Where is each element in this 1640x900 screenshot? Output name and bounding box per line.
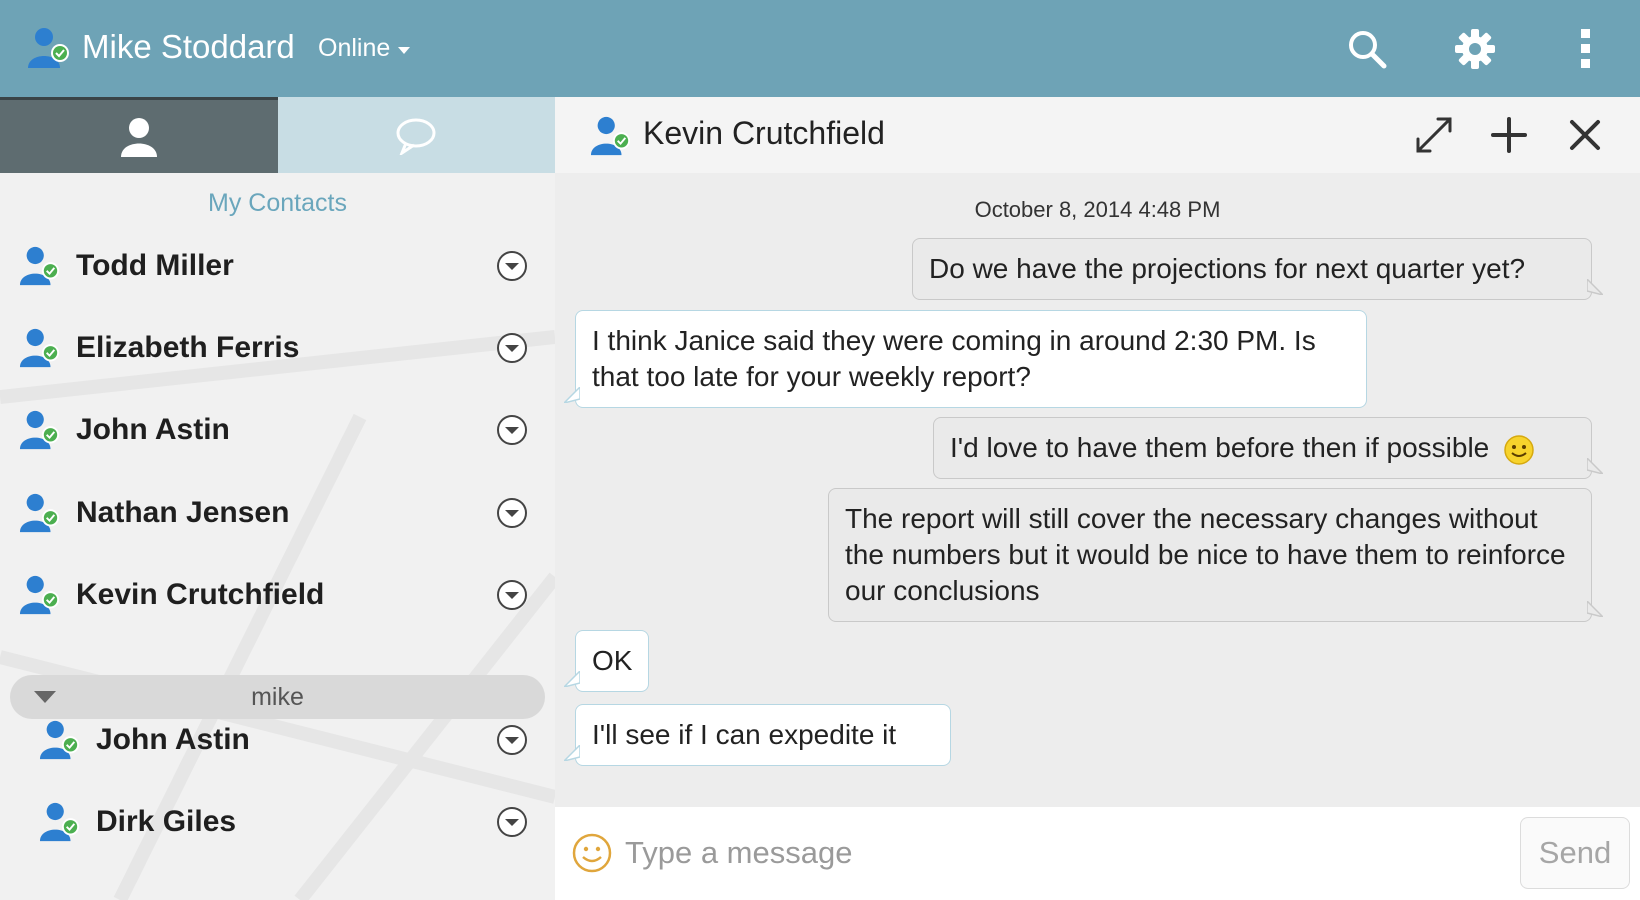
- chat-header: Kevin Crutchfield: [555, 97, 1640, 173]
- bubble-tail: [564, 671, 580, 687]
- person-icon: [120, 117, 157, 157]
- contact-item[interactable]: Kevin Crutchfield: [0, 552, 555, 638]
- message-bubble-outgoing: I'd love to have them before then if pos…: [933, 417, 1603, 479]
- tab-contacts[interactable]: [0, 97, 278, 173]
- message-bubble-outgoing: The report will still cover the necessar…: [828, 488, 1603, 622]
- smiley-emoji-icon: [1504, 434, 1534, 465]
- contact-name: Dirk Giles: [96, 805, 237, 838]
- contact-name: Kevin Crutchfield: [76, 578, 325, 611]
- chat-panel: Kevin Crutchfield October 8, 2014 4:48 P…: [555, 97, 1640, 900]
- caret-down-icon: [398, 46, 411, 54]
- contact-item[interactable]: John Astin: [0, 387, 555, 473]
- user-online-icon: [26, 26, 72, 70]
- message-text: I think Janice said they were coming in …: [592, 325, 1316, 392]
- message-text: I'll see if I can expedite it: [592, 719, 897, 750]
- more-vertical-icon[interactable]: [1563, 26, 1609, 72]
- bubble-tail: [564, 387, 580, 403]
- message-text: Do we have the projections for next quar…: [929, 253, 1526, 284]
- message-text: I'd love to have them before then if pos…: [950, 432, 1490, 463]
- chevron-down-circle-icon[interactable]: [495, 805, 529, 839]
- chat-contact-name: Kevin Crutchfield: [643, 115, 885, 151]
- message-bubble-incoming: OK: [564, 630, 649, 692]
- contact-item[interactable]: Nathan Jensen: [0, 470, 555, 556]
- chevron-down-circle-icon[interactable]: [495, 578, 529, 612]
- user-online-icon: [38, 801, 82, 843]
- section-title-my-contacts: My Contacts: [208, 189, 347, 217]
- user-online-icon: [18, 492, 62, 534]
- message-bubble-outgoing: Do we have the projections for next quar…: [912, 238, 1603, 300]
- search-icon[interactable]: [1344, 26, 1390, 72]
- contact-name: Nathan Jensen: [76, 496, 290, 529]
- close-icon[interactable]: [1563, 113, 1607, 157]
- bubble-tail: [1587, 279, 1603, 295]
- message-text: The report will still cover the necessar…: [845, 503, 1566, 606]
- chevron-down-circle-icon[interactable]: [495, 496, 529, 530]
- chevron-down-circle-icon[interactable]: [495, 723, 529, 757]
- add-icon[interactable]: [1487, 113, 1531, 157]
- user-online-icon: [18, 245, 62, 287]
- user-online-icon: [38, 719, 82, 761]
- expand-icon[interactable]: [1412, 113, 1456, 157]
- contact-name: John Astin: [76, 413, 230, 446]
- tab-chats[interactable]: [277, 97, 555, 173]
- contact-item[interactable]: Elizabeth Ferris: [0, 305, 555, 391]
- chevron-down-circle-icon[interactable]: [495, 249, 529, 283]
- bubble-tail: [564, 745, 580, 761]
- chat-bubble-icon: [396, 118, 436, 155]
- contact-name: Elizabeth Ferris: [76, 331, 300, 364]
- gear-icon[interactable]: [1452, 26, 1498, 72]
- message-composer: Send: [555, 807, 1640, 900]
- top-bar: Mike Stoddard Online: [0, 0, 1640, 97]
- sidebar-tabs: [0, 97, 555, 173]
- contact-item[interactable]: Todd Miller: [0, 223, 555, 309]
- message-bubble-incoming: I'll see if I can expedite it: [564, 704, 951, 766]
- contact-item[interactable]: Dirk Giles: [0, 779, 555, 865]
- message-input[interactable]: [625, 827, 1455, 879]
- current-user-name: Mike Stoddard: [82, 28, 295, 65]
- bubble-tail: [1587, 458, 1603, 474]
- contact-item[interactable]: John Astin: [0, 697, 555, 783]
- user-online-icon: [18, 409, 62, 451]
- contact-name: Todd Miller: [76, 249, 234, 282]
- conversation-timestamp: October 8, 2014 4:48 PM: [974, 197, 1221, 222]
- bubble-tail: [1587, 601, 1603, 617]
- presence-dropdown[interactable]: Online: [318, 34, 411, 63]
- user-online-icon: [18, 327, 62, 369]
- user-online-icon: [589, 115, 633, 157]
- chevron-down-circle-icon[interactable]: [495, 331, 529, 365]
- message-bubble-incoming: I think Janice said they were coming in …: [564, 310, 1367, 408]
- user-online-icon: [18, 574, 62, 616]
- chevron-down-circle-icon[interactable]: [495, 413, 529, 447]
- contact-name: John Astin: [96, 723, 250, 756]
- send-button[interactable]: Send: [1520, 817, 1630, 889]
- emoji-picker-icon[interactable]: [571, 832, 613, 874]
- contacts-panel: My Contacts Todd Miller Elizabeth Ferris…: [0, 97, 555, 900]
- message-text: OK: [592, 645, 633, 676]
- presence-label: Online: [318, 34, 391, 62]
